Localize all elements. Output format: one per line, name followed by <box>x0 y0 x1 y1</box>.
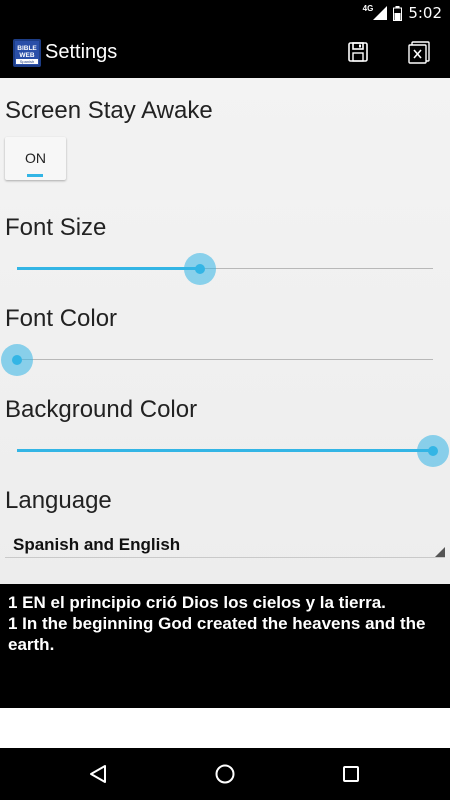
font-color-slider[interactable] <box>1 344 433 376</box>
home-icon <box>213 764 237 790</box>
save-button[interactable] <box>344 38 372 66</box>
preview-line-spanish: 1 EN el principio crió Dios los cielos y… <box>8 593 386 612</box>
recents-icon <box>339 766 363 790</box>
recents-button[interactable] <box>339 762 363 786</box>
home-button[interactable] <box>213 762 237 786</box>
slider-track <box>17 359 433 360</box>
language-selected: Spanish and English <box>13 535 181 554</box>
status-bar: 4G 5:02 <box>0 0 450 26</box>
background-color-label: Background Color <box>5 396 198 423</box>
signal-icon <box>373 6 388 20</box>
action-bar: BIBLE WEB Spanish Settings <box>0 26 450 78</box>
svg-text:Spanish: Spanish <box>20 59 34 64</box>
font-size-slider[interactable] <box>17 253 433 285</box>
navigation-bar <box>0 748 450 800</box>
font-size-label: Font Size <box>5 214 107 241</box>
save-icon <box>344 42 372 70</box>
dropdown-arrow-icon <box>435 547 445 557</box>
close-button[interactable] <box>405 38 433 66</box>
slider-fill <box>17 449 433 452</box>
clock: 5:02 <box>408 4 442 22</box>
toggle-text: ON <box>25 150 46 166</box>
battery-icon <box>393 5 403 21</box>
svg-text:BIBLE: BIBLE <box>17 45 37 52</box>
page-title: Settings <box>45 41 118 63</box>
status-icons: 4G 5:02 <box>363 0 442 26</box>
app-icon[interactable]: BIBLE WEB Spanish <box>13 39 41 67</box>
screen-stay-awake-toggle[interactable]: ON <box>5 137 66 180</box>
close-icon <box>405 41 433 70</box>
back-icon <box>86 765 110 790</box>
back-button[interactable] <box>86 762 110 786</box>
font-color-label: Font Color <box>5 305 118 332</box>
slider-fill <box>17 267 201 270</box>
network-type: 4G <box>362 3 374 13</box>
screen-stay-awake-label: Screen Stay Awake <box>5 97 213 124</box>
slider-thumb[interactable] <box>184 253 217 285</box>
language-label: Language <box>5 487 112 514</box>
preview-line-english: 1 In the beginning God created the heave… <box>8 614 426 654</box>
toggle-indicator <box>27 174 43 177</box>
background-color-slider[interactable] <box>17 435 449 467</box>
slider-thumb[interactable] <box>417 435 449 467</box>
blank-area <box>0 708 450 748</box>
slider-thumb[interactable] <box>1 344 33 376</box>
preview-text-area: 1 EN el principio crió Dios los cielos y… <box>0 584 450 708</box>
language-dropdown[interactable]: Spanish and English <box>5 530 445 558</box>
svg-text:WEB: WEB <box>19 52 34 59</box>
